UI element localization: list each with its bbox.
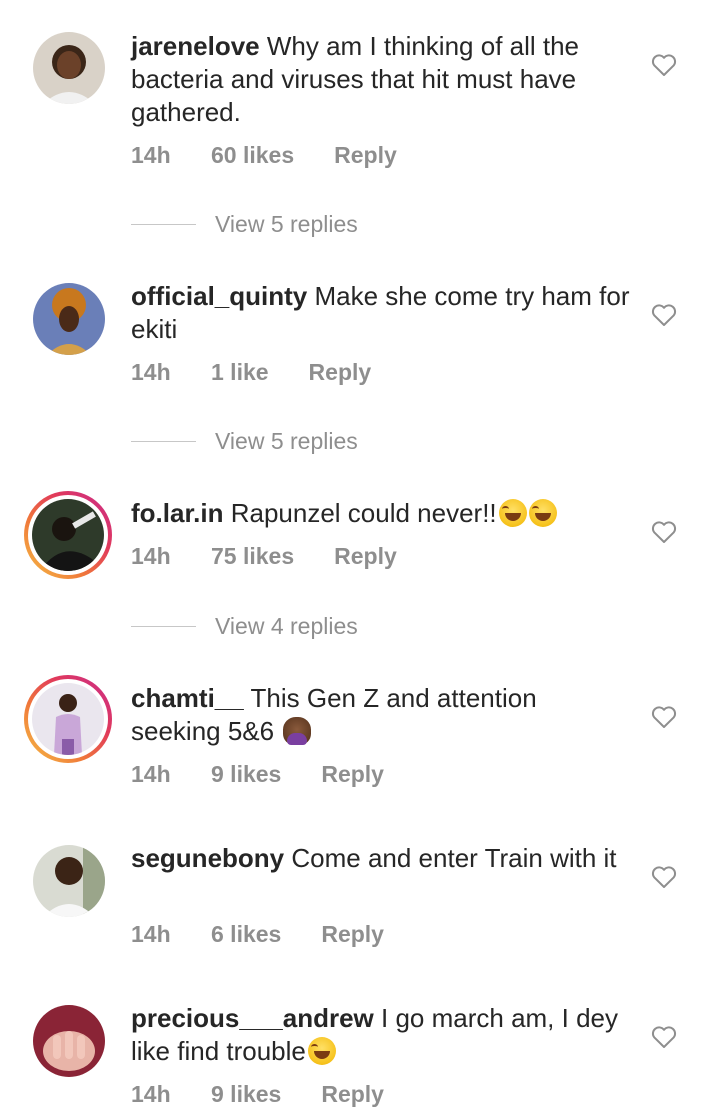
view-replies-button[interactable]: View 5 replies [131, 209, 358, 239]
avatar[interactable] [33, 1005, 105, 1077]
avatar[interactable] [33, 32, 105, 104]
heart-outline-icon [651, 866, 677, 888]
replies-divider [131, 223, 196, 225]
reply-button[interactable]: Reply [321, 1081, 384, 1108]
comment-likes[interactable]: 9 likes [211, 1081, 281, 1108]
comment-text: Come and enter Train with it [291, 843, 617, 873]
replies-divider [131, 625, 196, 627]
comment-username[interactable]: precious___andrew [131, 1003, 374, 1033]
avatar-image [32, 683, 104, 755]
comment-time: 14h [131, 1081, 171, 1107]
laughing-emoji [498, 499, 527, 527]
comment-likes[interactable]: 6 likes [211, 921, 281, 948]
comment-time: 14h [131, 761, 171, 787]
view-replies-label: View 5 replies [215, 427, 358, 454]
view-replies-button[interactable]: View 5 replies [131, 426, 358, 456]
view-replies-button[interactable]: View 4 replies [131, 611, 358, 641]
like-button[interactable] [651, 705, 677, 729]
comment-username[interactable]: official_quinty [131, 281, 307, 311]
comment-time: 14h [131, 359, 171, 385]
laughing-emoji [307, 1037, 336, 1065]
comment-likes[interactable]: 9 likes [211, 761, 281, 788]
comment-likes[interactable]: 60 likes [211, 142, 294, 169]
comment-username[interactable]: segunebony [131, 843, 284, 873]
heart-outline-icon [651, 304, 677, 326]
reply-button[interactable]: Reply [334, 543, 397, 570]
avatar[interactable] [33, 845, 105, 917]
comment-username[interactable]: fo.lar.in [131, 498, 223, 528]
like-button[interactable] [651, 1025, 677, 1049]
comment-username[interactable]: jarenelove [131, 31, 260, 61]
laughing-emoji [528, 499, 557, 527]
reply-button[interactable]: Reply [321, 761, 384, 788]
avatar-image [32, 499, 104, 571]
like-button[interactable] [651, 303, 677, 327]
avatar[interactable] [33, 283, 105, 355]
avatar-image [33, 845, 105, 917]
view-replies-label: View 4 replies [215, 612, 358, 639]
like-button[interactable] [651, 865, 677, 889]
avatar-with-story-ring[interactable] [24, 491, 112, 579]
avatar-image [33, 283, 105, 355]
comment-text: Rapunzel could never!! [230, 498, 497, 528]
reply-button[interactable]: Reply [334, 142, 397, 169]
avatar-with-story-ring[interactable] [24, 675, 112, 763]
avatar-image [33, 1005, 105, 1077]
like-button[interactable] [651, 520, 677, 544]
view-replies-label: View 5 replies [215, 210, 358, 237]
reply-button[interactable]: Reply [309, 359, 372, 386]
heart-outline-icon [651, 1026, 677, 1048]
heart-outline-icon [651, 706, 677, 728]
comment-likes[interactable]: 75 likes [211, 543, 294, 570]
comment-time: 14h [131, 543, 171, 569]
reply-button[interactable]: Reply [321, 921, 384, 948]
comment-username[interactable]: chamti__ [131, 683, 244, 713]
replies-divider [131, 440, 196, 442]
avatar-image [33, 32, 105, 104]
like-button[interactable] [651, 53, 677, 77]
comment-time: 14h [131, 921, 171, 947]
facepalm-emoji [283, 717, 312, 745]
comment-time: 14h [131, 142, 171, 168]
heart-outline-icon [651, 521, 677, 543]
comment-likes[interactable]: 1 like [211, 359, 269, 386]
heart-outline-icon [651, 54, 677, 76]
